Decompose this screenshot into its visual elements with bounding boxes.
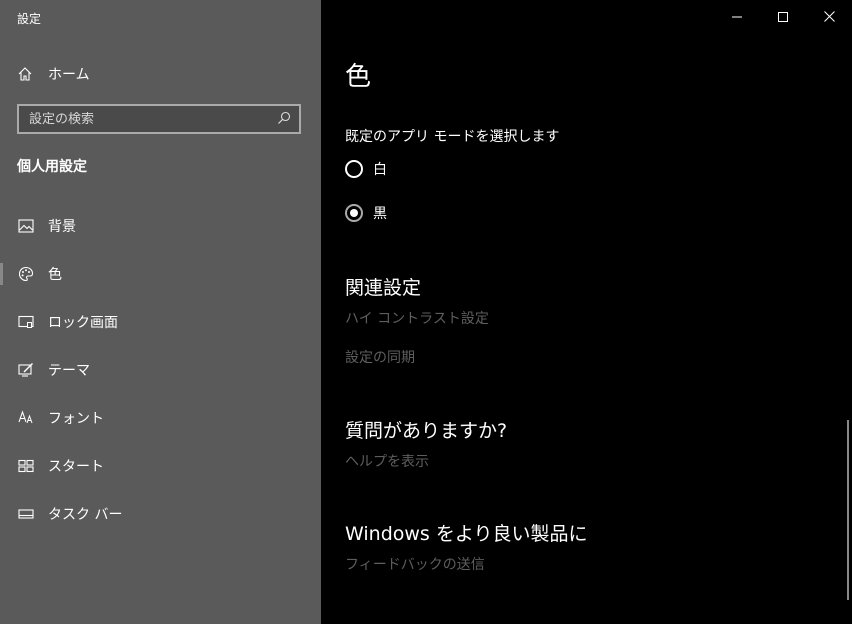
sidebar-item-background[interactable]: 背景	[0, 202, 321, 250]
section-title: 個人用設定	[17, 159, 87, 175]
question-heading: 質問がありますか?	[345, 420, 508, 442]
sidebar-item-label: フォント	[48, 411, 104, 427]
lock-screen-icon	[17, 313, 35, 331]
radio-button[interactable]	[345, 160, 363, 178]
window-controls	[714, 0, 852, 32]
sidebar-item-label: 背景	[48, 219, 76, 235]
nav-list: 背景 色 ロック画面 テーマ フォント スタート タスク バー	[0, 202, 321, 538]
radio-label: 黒	[373, 206, 387, 222]
taskbar-icon	[17, 505, 35, 523]
start-icon	[17, 457, 35, 475]
sidebar-item-label: ロック画面	[48, 315, 118, 331]
close-icon	[823, 7, 835, 26]
sidebar-item-themes[interactable]: テーマ	[0, 346, 321, 394]
sidebar: 設定 ホーム 個人用設定 背景 色 ロック画面	[0, 0, 321, 624]
get-help-link[interactable]: ヘルプを表示	[345, 451, 429, 471]
search-box[interactable]	[17, 104, 301, 134]
related-settings-heading: 関連設定	[345, 277, 422, 299]
maximize-icon	[778, 7, 788, 26]
feedback-link[interactable]: フィードバックの送信	[345, 554, 485, 574]
close-button[interactable]	[806, 0, 852, 32]
nav-home[interactable]: ホーム	[17, 62, 90, 86]
app-title: 設定	[17, 12, 42, 26]
maximize-button[interactable]	[760, 0, 806, 32]
scrollbar[interactable]	[847, 420, 849, 600]
app-mode-label: 既定のアプリ モードを選択します	[345, 129, 560, 145]
sidebar-item-label: スタート	[48, 459, 104, 475]
radio-light[interactable]: 白	[345, 159, 387, 179]
radio-dark[interactable]: 黒	[345, 203, 387, 223]
sidebar-item-fonts[interactable]: フォント	[0, 394, 321, 442]
sidebar-item-label: タスク バー	[48, 507, 123, 523]
picture-icon	[17, 217, 35, 235]
sidebar-item-color[interactable]: 色	[0, 250, 321, 298]
sidebar-item-start[interactable]: スタート	[0, 442, 321, 490]
search-icon[interactable]	[277, 110, 291, 129]
main-content: 色 既定のアプリ モードを選択します 白 黒 関連設定 ハイ コントラスト設定 …	[321, 0, 852, 624]
nav-home-label: ホーム	[48, 67, 90, 83]
feedback-heading: Windows をより良い製品に	[345, 523, 588, 545]
minimize-icon	[732, 7, 742, 26]
home-icon	[17, 66, 33, 82]
search-input[interactable]	[29, 111, 277, 127]
minimize-button[interactable]	[714, 0, 760, 32]
sidebar-item-label: テーマ	[48, 363, 90, 379]
sync-settings-link[interactable]: 設定の同期	[345, 347, 415, 367]
page-title: 色	[345, 62, 372, 92]
radio-label: 白	[373, 162, 387, 178]
theme-icon	[17, 361, 35, 379]
font-icon	[17, 409, 35, 427]
high-contrast-link[interactable]: ハイ コントラスト設定	[345, 308, 489, 328]
sidebar-item-label: 色	[48, 267, 62, 283]
sidebar-item-taskbar[interactable]: タスク バー	[0, 490, 321, 538]
palette-icon	[17, 265, 35, 283]
sidebar-item-lock-screen[interactable]: ロック画面	[0, 298, 321, 346]
radio-button-checked[interactable]	[345, 204, 363, 222]
